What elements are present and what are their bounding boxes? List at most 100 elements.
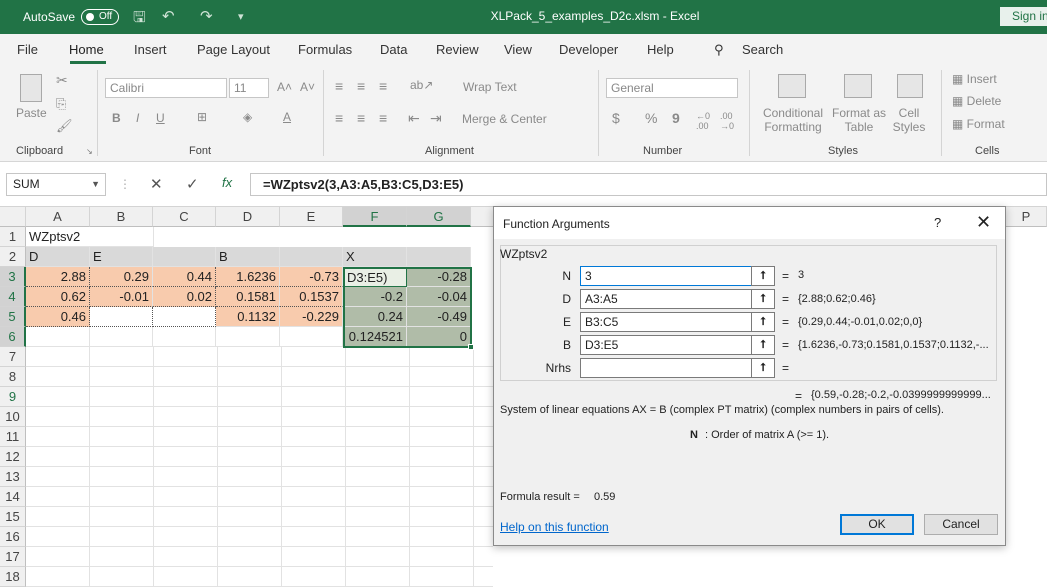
cell-C4[interactable]: 0.02: [153, 287, 216, 307]
italic-button[interactable]: I: [136, 111, 139, 125]
row-header[interactable]: 13: [0, 467, 26, 487]
row-header[interactable]: 14: [0, 487, 26, 507]
autosave-toggle[interactable]: Off: [81, 9, 119, 25]
row-header[interactable]: 2: [0, 247, 26, 267]
tab-view[interactable]: View: [504, 42, 532, 57]
select-all-corner[interactable]: [0, 207, 26, 227]
tab-review[interactable]: Review: [436, 42, 479, 57]
search-icon[interactable]: ⚲: [714, 42, 724, 58]
cell-E5[interactable]: -0.229: [280, 307, 343, 327]
arg-input-nrhs[interactable]: [580, 358, 752, 378]
arg-input-n[interactable]: 3: [580, 266, 752, 286]
merge-center-button[interactable]: Merge & Center: [462, 112, 547, 126]
row-header[interactable]: 8: [0, 367, 26, 387]
align-right-icon[interactable]: ≡: [379, 110, 387, 126]
cell-D4[interactable]: 0.1581: [216, 287, 280, 307]
wrap-text-button[interactable]: Wrap Text: [463, 80, 517, 94]
font-color-icon[interactable]: A: [283, 110, 291, 124]
clipboard-launcher-icon[interactable]: ↘: [86, 147, 93, 156]
fill-color-icon[interactable]: ◈: [243, 110, 252, 124]
row-header[interactable]: 4: [0, 287, 26, 307]
cell-G5[interactable]: -0.49: [407, 307, 471, 327]
collapse-dialog-icon[interactable]: ⭡: [751, 289, 775, 309]
cell-A5[interactable]: 0.46: [26, 307, 90, 327]
cancel-button[interactable]: Cancel: [924, 514, 998, 535]
cell-C6[interactable]: [153, 327, 216, 347]
borders-icon[interactable]: ⊞: [197, 110, 207, 124]
tab-file[interactable]: File: [17, 42, 38, 57]
ok-button[interactable]: OK: [840, 514, 914, 535]
column-header[interactable]: F: [343, 207, 407, 227]
row-header[interactable]: 16: [0, 527, 26, 547]
font-size-select[interactable]: 11: [229, 78, 269, 98]
column-header[interactable]: B: [90, 207, 153, 227]
collapse-dialog-icon[interactable]: ⭡: [751, 335, 775, 355]
delete-cells-button[interactable]: ▦ Delete: [952, 94, 1001, 108]
sign-in-button[interactable]: Sign in: [1000, 7, 1047, 26]
tab-developer[interactable]: Developer: [559, 42, 618, 57]
close-icon[interactable]: ✕: [976, 212, 991, 233]
conditional-formatting-icon[interactable]: [778, 74, 806, 98]
cell-B2[interactable]: E: [90, 247, 153, 267]
tab-formulas[interactable]: Formulas: [298, 42, 352, 57]
increase-font-icon[interactable]: A˄: [277, 80, 292, 94]
cell-F4[interactable]: -0.2: [343, 287, 407, 307]
cell-G3[interactable]: -0.28: [407, 267, 471, 287]
formula-input[interactable]: =WZptsv2(3,A3:A5,B3:C5,D3:E5): [250, 173, 1047, 196]
dialog-title-bar[interactable]: Function Arguments ? ✕: [494, 207, 1005, 239]
search-box[interactable]: Search: [742, 42, 783, 57]
cell-D2[interactable]: B: [216, 247, 280, 267]
align-left-icon[interactable]: ≡: [335, 110, 343, 126]
cell-F5[interactable]: 0.24: [343, 307, 407, 327]
percent-button[interactable]: %: [645, 110, 657, 126]
row-header[interactable]: 10: [0, 407, 26, 427]
arg-input-b[interactable]: D3:E5: [580, 335, 752, 355]
font-name-select[interactable]: Calibri: [105, 78, 227, 98]
cell-styles-button[interactable]: Cell Styles: [888, 106, 930, 134]
cell-G4[interactable]: -0.04: [407, 287, 471, 307]
cell-styles-icon[interactable]: [897, 74, 923, 98]
tab-insert[interactable]: Insert: [134, 42, 167, 57]
currency-button[interactable]: $: [612, 110, 620, 126]
column-header[interactable]: P: [1006, 207, 1047, 227]
cell-B6[interactable]: [90, 327, 153, 347]
name-box-dropdown-icon[interactable]: ▼: [91, 174, 100, 195]
decrease-indent-icon[interactable]: ⇤: [408, 110, 420, 127]
cell-C2[interactable]: [153, 247, 216, 267]
format-painter-icon[interactable]: 🖌: [56, 118, 73, 134]
align-bottom-icon[interactable]: ≡: [379, 78, 387, 94]
column-header[interactable]: G: [407, 207, 471, 227]
cell-F3-editing[interactable]: D3:E5): [343, 267, 407, 287]
cell-G2[interactable]: [407, 247, 471, 267]
cell-B4[interactable]: -0.01: [90, 287, 153, 307]
column-header[interactable]: E: [280, 207, 343, 227]
row-header[interactable]: 1: [0, 227, 26, 247]
comma-button[interactable]: 9: [672, 110, 680, 126]
row-header[interactable]: 17: [0, 547, 26, 567]
align-middle-icon[interactable]: ≡: [357, 78, 365, 94]
tab-help[interactable]: Help: [647, 42, 674, 57]
insert-function-button[interactable]: fx: [222, 175, 232, 190]
column-header[interactable]: A: [26, 207, 90, 227]
cell-F2[interactable]: X: [343, 247, 407, 267]
cell-B3[interactable]: 0.29: [90, 267, 153, 287]
row-header[interactable]: 3: [0, 267, 26, 287]
empty-cells[interactable]: [26, 347, 493, 587]
bold-button[interactable]: B: [112, 111, 121, 125]
row-header[interactable]: 15: [0, 507, 26, 527]
help-on-function-link[interactable]: Help on this function: [500, 520, 609, 534]
row-header[interactable]: 6: [0, 327, 26, 347]
cell-C3[interactable]: 0.44: [153, 267, 216, 287]
insert-cells-button[interactable]: ▦ Insert: [952, 72, 997, 86]
collapse-dialog-icon[interactable]: ⭡: [751, 358, 775, 378]
row-header[interactable]: 9: [0, 387, 26, 407]
copy-icon[interactable]: ⎘: [56, 96, 66, 112]
align-top-icon[interactable]: ≡: [335, 78, 343, 94]
format-as-table-icon[interactable]: [844, 74, 872, 98]
confirm-entry-icon[interactable]: ✓: [186, 175, 199, 193]
tab-page-layout[interactable]: Page Layout: [197, 42, 270, 57]
fill-handle[interactable]: [468, 344, 474, 350]
cell-E2[interactable]: [280, 247, 343, 267]
cell-G6[interactable]: 0: [407, 327, 471, 347]
cell-D3[interactable]: 1.6236: [216, 267, 280, 287]
